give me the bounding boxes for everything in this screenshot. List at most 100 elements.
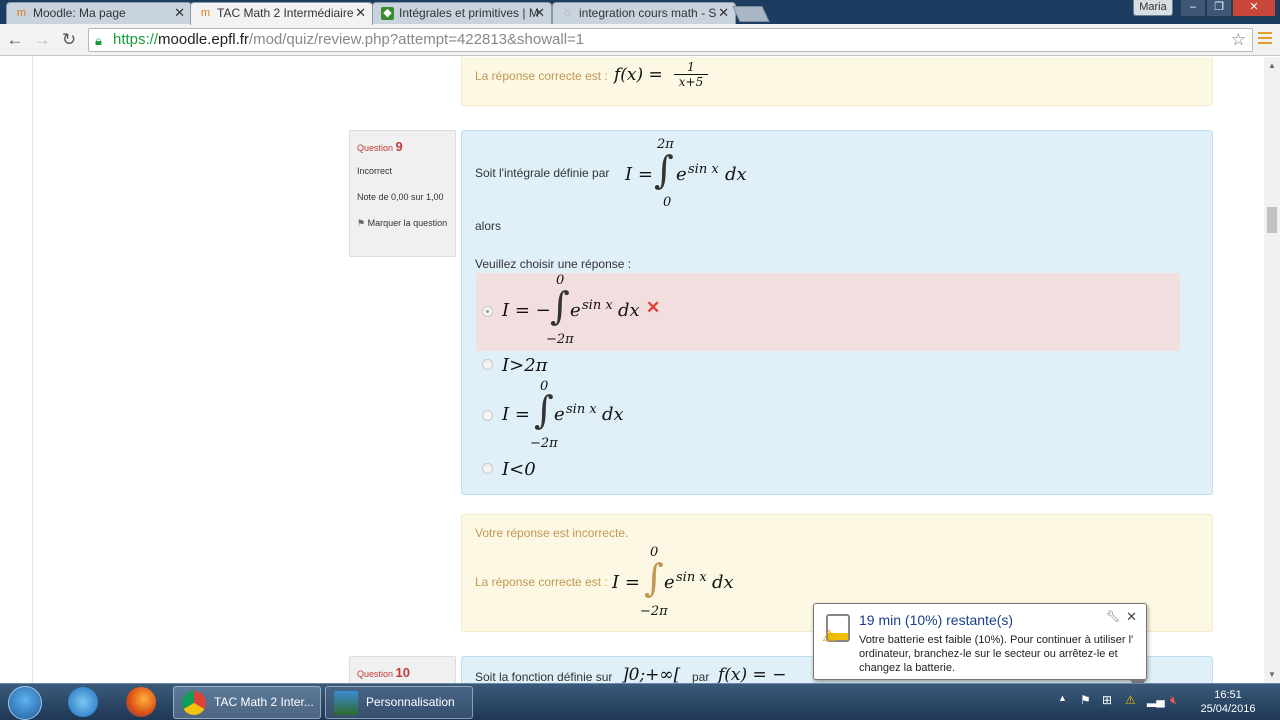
options-icon[interactable]: 🔧︎ — [1106, 610, 1120, 623]
notification-title: 19 min (10%) restante(s) — [859, 612, 1014, 628]
answer-option-1[interactable]: I = − 0 ∫ −2π e sin x dx ✕ — [476, 273, 1180, 351]
answer-lower-limit: −2π — [640, 604, 668, 619]
chrome-menu-icon[interactable] — [1258, 32, 1272, 44]
question-alors: alors — [475, 219, 502, 233]
start-button[interactable] — [8, 686, 42, 720]
flag-label: Marquer la question — [367, 218, 448, 228]
warning-icon: ⚠ — [822, 628, 837, 645]
option-lower-limit: −2π — [546, 332, 574, 347]
correct-answer-math: f(x) = — [614, 65, 663, 85]
tab-moodle-ma-page[interactable]: m Moodle: Ma page ✕ — [6, 2, 192, 24]
answer-exponent: sin x — [676, 570, 707, 585]
system-clock[interactable]: 16:51 25/04/2016 — [1196, 688, 1260, 716]
option-lhs: I = − — [502, 300, 551, 321]
question-function: f(x) = − — [718, 665, 787, 684]
flag-question-link[interactable]: ⚑ Marquer la question — [357, 214, 448, 233]
taskbar-personnalisation-task[interactable]: Personnalisation — [325, 686, 473, 719]
taskbar-chrome-task[interactable]: TAC Math 2 Inter... — [173, 686, 321, 719]
scroll-up-icon[interactable]: ▲ — [1268, 61, 1276, 70]
profile-button[interactable]: Maria — [1133, 0, 1173, 16]
task-label: Personnalisation — [366, 695, 455, 709]
reload-icon[interactable]: ↻ — [59, 30, 79, 50]
address-bar[interactable]: 🔒︎ https://moodle.epfl.fr/mod/quiz/review… — [88, 28, 1253, 52]
option-radio[interactable] — [482, 359, 493, 370]
option-integrand: e — [554, 404, 565, 425]
moodle-icon: m — [200, 7, 211, 19]
show-hidden-icons[interactable]: ▲ — [1058, 693, 1067, 703]
option-radio[interactable] — [482, 306, 493, 317]
tab-title: Moodle: Ma page — [33, 6, 126, 20]
url-path: /mod/quiz/review.php?attempt=422813&show… — [248, 31, 585, 48]
previous-feedback: La réponse correcte est : f(x) = 1 x+5 — [461, 57, 1213, 106]
integral-sign: ∫ — [550, 284, 570, 328]
answer-option-3[interactable]: I = 0 ∫ −2π e sin x dx — [476, 379, 1180, 453]
url-scheme: https:// — [113, 31, 159, 48]
battery-notification[interactable]: ⚠ 19 min (10%) restante(s) Votre batteri… — [813, 603, 1147, 690]
answer-option-4[interactable]: I<0 — [476, 457, 1180, 483]
question-state: Incorrect — [357, 166, 393, 176]
incorrect-mark-icon: ✕ — [646, 298, 661, 317]
tab-tac-math[interactable]: m TAC Math 2 Intermédiaire ✕ — [190, 2, 373, 25]
option-text: I<0 — [502, 459, 536, 480]
question-grade: Note de 0,00 sur 1,00 — [357, 192, 444, 202]
loading-icon: ◌ — [564, 7, 571, 19]
feedback-result: Votre réponse est incorrecte. — [475, 526, 629, 540]
scroll-down-icon[interactable]: ▼ — [1268, 670, 1276, 679]
integral-sign: ∫ — [654, 148, 674, 192]
notification-body: Votre batterie est faible (10%). Pour co… — [859, 634, 1134, 674]
integral-sign: ∫ — [644, 556, 664, 600]
answer-integrand: e — [664, 572, 675, 593]
correct-answer-label: La réponse correcte est : — [475, 69, 608, 83]
minimize-button[interactable]: ‒ — [1180, 0, 1206, 17]
firefox-icon[interactable] — [126, 687, 156, 717]
internet-explorer-icon[interactable] — [68, 687, 98, 717]
taskbar: TAC Math 2 Inter... Personnalisation ▲ ⚑… — [0, 683, 1280, 720]
maximize-button[interactable]: ❐ — [1206, 0, 1232, 17]
tab-integration-cours[interactable]: ◌ integration cours math - S ✕ — [552, 2, 736, 24]
page-viewport: La réponse correcte est : f(x) = 1 x+5 Q… — [0, 57, 1280, 684]
action-center-flag-icon[interactable]: ⚑ — [1080, 693, 1091, 707]
option-lhs: I = — [502, 404, 530, 425]
site-icon: ◆ — [381, 7, 394, 20]
question-content: Soit l'intégrale définie par I = 2π ∫ 0 … — [461, 130, 1213, 495]
integrand: e — [676, 164, 687, 185]
question-number: Question 9 — [357, 139, 403, 154]
fraction-denominator: x+5 — [678, 75, 704, 89]
chrome-icon — [182, 691, 206, 715]
option-dx: dx — [602, 404, 624, 425]
close-tab-icon[interactable]: ✕ — [174, 3, 185, 23]
browser-toolbar: ← → ↻ 🔒︎ https://moodle.epfl.fr/mod/quiz/… — [0, 24, 1280, 56]
integral-sign: ∫ — [534, 388, 554, 432]
question-info: Question 10 — [349, 656, 456, 684]
answer-lhs: I = — [612, 572, 640, 593]
option-radio[interactable] — [482, 463, 493, 474]
windows-icon[interactable]: ⊞ — [1102, 693, 1112, 707]
option-dx: dx — [618, 300, 640, 321]
battery-warning-icon[interactable]: ⚠ — [1125, 693, 1136, 707]
back-icon[interactable]: ← — [5, 30, 25, 50]
integrand-exponent: sin x — [688, 162, 719, 177]
volume-muted-icon[interactable]: 🔇︎ — [1170, 693, 1178, 708]
question-interval: ]0;+∞[ — [622, 665, 681, 684]
close-window-button[interactable]: ✕ — [1232, 0, 1276, 17]
option-exponent: sin x — [582, 298, 613, 313]
option-integrand: e — [570, 300, 581, 321]
network-signal-icon[interactable]: ▂▄ — [1147, 693, 1165, 707]
tab-integrales[interactable]: ◆ Intégrales et primitives | M ✕ — [372, 2, 552, 24]
forward-icon[interactable]: → — [32, 30, 52, 50]
new-tab-button[interactable] — [732, 6, 770, 22]
close-icon[interactable]: ✕ — [1126, 609, 1137, 625]
close-tab-icon[interactable]: ✕ — [718, 3, 729, 23]
integral-lhs: I = — [625, 164, 653, 185]
scrollbar-thumb[interactable] — [1267, 207, 1277, 233]
close-tab-icon[interactable]: ✕ — [355, 3, 366, 23]
question-stem: Soit la fonction définie sur — [475, 670, 613, 684]
close-tab-icon[interactable]: ✕ — [534, 3, 545, 23]
bookmark-star-icon[interactable]: ☆ — [1231, 29, 1246, 51]
option-exponent: sin x — [566, 402, 597, 417]
clock-time: 16:51 — [1214, 689, 1242, 701]
answer-option-2[interactable]: I>2π — [476, 353, 1180, 379]
page-scrollbar[interactable]: ▲ ▼ — [1264, 57, 1280, 684]
tab-title: integration cours math - S — [579, 6, 717, 20]
option-radio[interactable] — [482, 410, 493, 421]
